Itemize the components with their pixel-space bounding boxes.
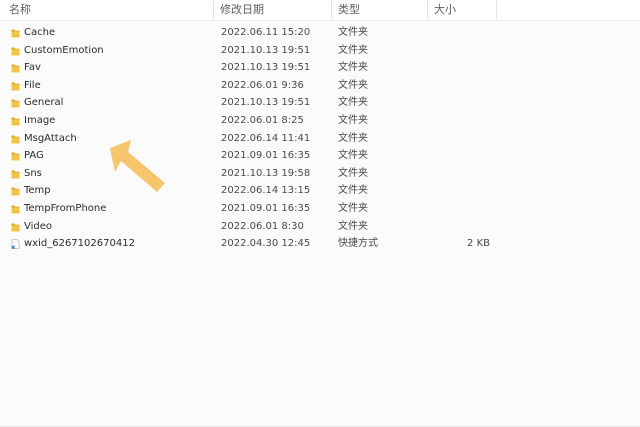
list-item[interactable]: TempFromPhone 2021.09.01 16:35 文件夹 <box>0 200 640 218</box>
list-item[interactable]: Cache 2022.06.11 15:20 文件夹 <box>0 24 640 42</box>
file-modified-date: 2022.06.14 11:41 <box>221 132 311 144</box>
folder-icon <box>11 187 20 196</box>
file-name: Cache <box>24 27 56 38</box>
file-modified-date: 2022.04.30 12:45 <box>221 238 311 250</box>
file-name: wxid_6267102670412 <box>24 238 135 250</box>
file-name: MsgAttach <box>24 132 77 144</box>
file-name: PAG <box>24 150 44 162</box>
file-type: 文件夹 <box>338 185 368 197</box>
file-type: 文件夹 <box>338 62 368 74</box>
file-type: 文件夹 <box>338 27 368 38</box>
file-modified-date: 2022.06.01 8:30 <box>221 220 304 232</box>
column-divider[interactable] <box>496 1 497 19</box>
file-type: 快捷方式 <box>338 238 378 250</box>
folder-icon <box>11 82 20 91</box>
folder-icon <box>11 135 20 144</box>
file-list: Cache 2022.06.11 15:20 文件夹 CustomEmotion 202… <box>0 24 640 253</box>
list-item[interactable]: Image 2022.06.01 8:25 文件夹 <box>0 112 640 130</box>
column-name-header[interactable]: 名称 <box>9 1 209 19</box>
folder-icon <box>11 117 20 126</box>
column-divider[interactable] <box>213 1 214 19</box>
column-modified-header[interactable]: 修改日期 <box>220 1 330 19</box>
file-type: 文件夹 <box>338 150 368 162</box>
pointer-arrow-icon <box>110 140 165 192</box>
folder-icon <box>11 152 20 161</box>
column-header-bar: 名称 修改日期 类型 大小 <box>0 0 640 21</box>
file-type: 文件夹 <box>338 114 368 126</box>
file-modified-date: 2021.10.13 19:51 <box>221 62 311 74</box>
file-name: Sns <box>24 167 42 179</box>
list-item[interactable]: PAG 2021.09.01 16:35 文件夹 <box>0 147 640 165</box>
file-name: File <box>24 79 41 91</box>
file-modified-date: 2022.06.11 15:20 <box>221 27 311 38</box>
file-modified-date: 2021.10.13 19:51 <box>221 97 311 109</box>
file-type: 文件夹 <box>338 167 368 179</box>
column-type-header[interactable]: 类型 <box>338 1 424 19</box>
list-item[interactable]: CustomEmotion 2021.10.13 19:51 文件夹 <box>0 42 640 60</box>
list-item[interactable]: File 2022.06.01 9:36 文件夹 <box>0 77 640 95</box>
file-type: 文件夹 <box>338 97 368 109</box>
file-name: Image <box>24 114 56 126</box>
file-explorer-window: 名称 修改日期 类型 大小 Cache 2022.06.11 15:20 文件夹 Cu… <box>0 0 640 427</box>
file-modified-date: 2022.06.01 8:25 <box>221 114 304 126</box>
folder-icon <box>11 29 20 38</box>
file-modified-date: 2022.06.01 9:36 <box>221 79 304 91</box>
file-size: 2 KB <box>467 238 490 250</box>
file-modified-date: 2022.06.14 13:15 <box>221 185 311 197</box>
shortcut-icon <box>11 239 20 250</box>
file-modified-date: 2021.10.13 19:51 <box>221 44 311 56</box>
file-modified-date: 2021.09.01 16:35 <box>221 150 311 162</box>
column-divider[interactable] <box>331 1 332 19</box>
column-divider[interactable] <box>427 1 428 19</box>
list-item[interactable]: Sns 2021.10.13 19:58 文件夹 <box>0 165 640 183</box>
file-name: Fav <box>24 62 41 74</box>
file-name: TempFromPhone <box>24 202 107 214</box>
file-type: 文件夹 <box>338 202 368 214</box>
list-item[interactable]: General 2021.10.13 19:51 文件夹 <box>0 94 640 112</box>
list-item[interactable]: wxid_6267102670412 2022.04.30 12:45 快捷方式 2 … <box>0 235 640 253</box>
file-modified-date: 2021.10.13 19:58 <box>221 167 311 179</box>
file-type: 文件夹 <box>338 220 368 232</box>
file-name: General <box>24 97 64 109</box>
folder-icon <box>11 64 20 73</box>
list-item[interactable]: MsgAttach 2022.06.14 11:41 文件夹 <box>0 130 640 148</box>
list-item[interactable]: Video 2022.06.01 8:30 文件夹 <box>0 218 640 236</box>
file-type: 文件夹 <box>338 79 368 91</box>
file-type: 文件夹 <box>338 132 368 144</box>
file-name: Video <box>24 220 53 232</box>
list-item[interactable]: Temp 2022.06.14 13:15 文件夹 <box>0 182 640 200</box>
file-name: Temp <box>24 185 51 197</box>
folder-icon <box>11 223 20 232</box>
file-modified-date: 2021.09.01 16:35 <box>221 202 311 214</box>
file-type: 文件夹 <box>338 44 368 56</box>
folder-icon <box>11 205 20 214</box>
list-item[interactable]: Fav 2021.10.13 19:51 文件夹 <box>0 59 640 77</box>
folder-icon <box>11 170 20 179</box>
file-name: CustomEmotion <box>24 44 104 56</box>
folder-icon <box>11 99 20 108</box>
column-size-header[interactable]: 大小 <box>434 1 494 19</box>
folder-icon <box>11 47 20 56</box>
